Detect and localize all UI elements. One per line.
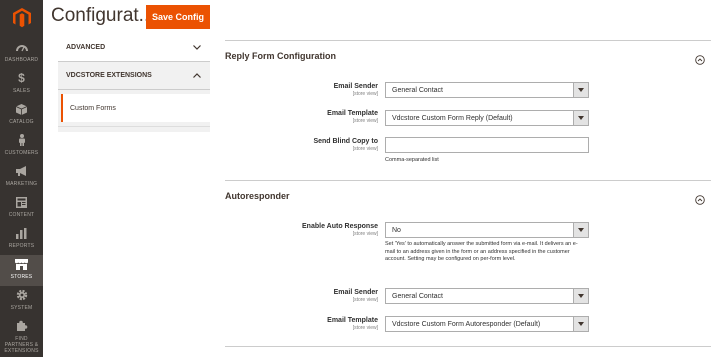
tab-advanced-label: ADVANCED	[66, 44, 106, 51]
tab-advanced[interactable]: ADVANCED	[58, 34, 210, 62]
gear-icon	[15, 288, 29, 302]
content-icon	[15, 195, 29, 209]
menu-item-content[interactable]: CONTENT	[0, 193, 43, 224]
dollar-icon: $	[18, 71, 25, 85]
bar-chart-icon	[15, 226, 29, 240]
tab-vdcstore-label: VDCSTORE EXTENSIONS	[66, 72, 152, 79]
email-sender-label: Email Sender [store view]	[333, 289, 378, 303]
magento-logo-icon[interactable]	[0, 0, 43, 36]
store-icon	[15, 257, 29, 271]
menu-item-catalog[interactable]: CATALOG	[0, 100, 43, 131]
reply-email-sender-select[interactable]: General Contact	[385, 82, 589, 98]
dropdown-arrow-icon	[573, 83, 588, 97]
enable-auto-response-select[interactable]: No	[385, 222, 589, 238]
save-config-button[interactable]: Save Config	[146, 5, 210, 29]
megaphone-icon	[15, 164, 29, 178]
email-template-label: Email Template [store view]	[327, 110, 378, 124]
menu-item-sales[interactable]: $ SALES	[0, 69, 43, 100]
email-sender-label: Email Sender [store view]	[333, 83, 378, 97]
nav-divider	[58, 126, 210, 132]
config-tabs: ADVANCED VDCSTORE EXTENSIONS Custom Form…	[58, 34, 210, 132]
dropdown-arrow-icon	[573, 223, 588, 237]
enable-auto-response-label: Enable Auto Response [store view]	[302, 223, 378, 237]
send-blind-copy-input[interactable]	[385, 137, 589, 153]
send-blind-copy-label: Send Blind Copy to [store view]	[313, 138, 378, 152]
dropdown-arrow-icon	[573, 289, 588, 303]
box-icon	[15, 102, 29, 116]
menu-item-customers[interactable]: CUSTOMERS	[0, 131, 43, 162]
menu-item-stores[interactable]: STORES	[0, 255, 43, 286]
collapse-icon[interactable]	[695, 192, 705, 205]
email-template-label: Email Template [store view]	[327, 317, 378, 331]
tab-vdcstore-extensions[interactable]: VDCSTORE EXTENSIONS	[58, 62, 210, 90]
admin-menu: DASHBOARD $ SALES CATALOG CUSTOMERS MARK…	[0, 0, 43, 357]
section-divider	[225, 346, 711, 347]
menu-item-reports[interactable]: REPORTS	[0, 224, 43, 255]
collapse-icon[interactable]	[695, 52, 705, 65]
comma-separated-note: Comma-separated list	[385, 157, 439, 163]
auto-response-note: Set 'Yes' to automatically answer the su…	[385, 241, 578, 262]
page-title: Configurat...	[51, 5, 155, 26]
menu-item-marketing[interactable]: MARKETING	[0, 162, 43, 193]
menu-item-dashboard[interactable]: DASHBOARD	[0, 38, 43, 69]
tab-vdcstore-items: Custom Forms	[58, 90, 210, 126]
reply-email-template-select[interactable]: Vdcstore Custom Form Reply (Default)	[385, 110, 589, 126]
section-title: Autoresponder	[225, 190, 290, 201]
chevron-down-icon	[192, 43, 201, 52]
menu-item-system[interactable]: SYSTEM	[0, 286, 43, 317]
chevron-up-icon	[192, 71, 201, 80]
auto-email-sender-select[interactable]: General Contact	[385, 288, 589, 304]
dropdown-arrow-icon	[573, 317, 588, 331]
nav-item-custom-forms[interactable]: Custom Forms	[61, 94, 210, 122]
autoresponder-section-header[interactable]: Autoresponder	[225, 180, 711, 210]
reply-form-section-header[interactable]: Reply Form Configuration	[225, 40, 711, 70]
dropdown-arrow-icon	[573, 111, 588, 125]
section-title: Reply Form Configuration	[225, 50, 336, 61]
auto-email-template-select[interactable]: Vdcstore Custom Form Autoresponder (Defa…	[385, 316, 589, 332]
menu-item-find-partners[interactable]: FIND PARTNERS & EXTENSIONS	[0, 317, 43, 357]
puzzle-icon	[15, 319, 29, 333]
dashboard-icon	[15, 40, 29, 54]
person-icon	[15, 133, 29, 147]
